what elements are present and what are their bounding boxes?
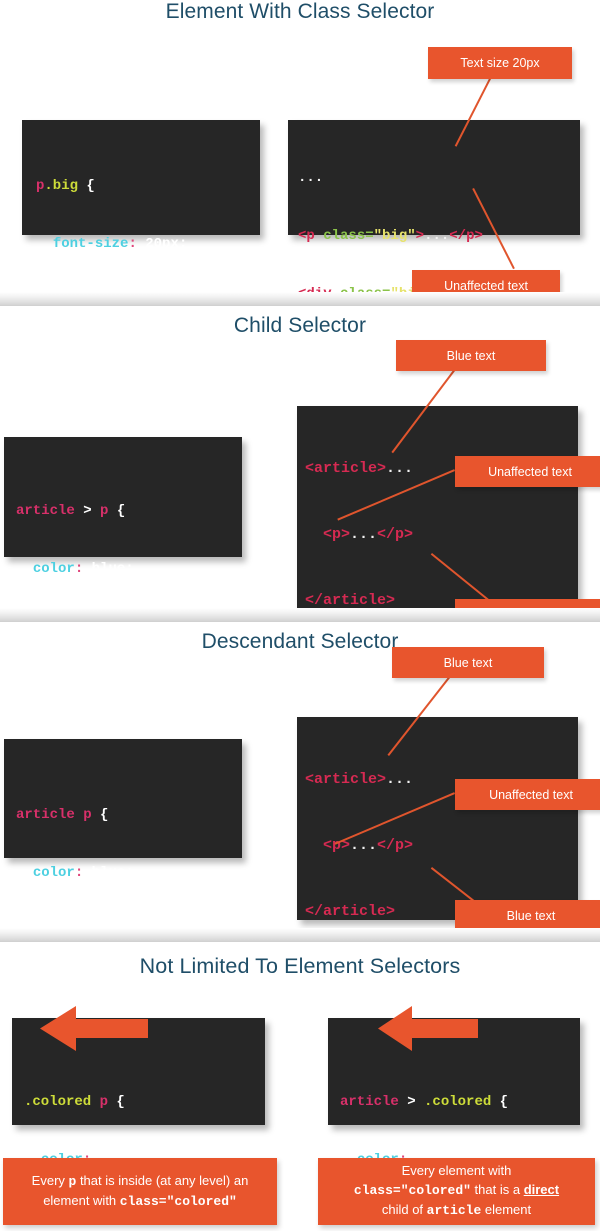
caption-code: class="colored" xyxy=(353,1183,471,1199)
caption-line-3: child of article element xyxy=(382,1201,531,1221)
callout-label: Unaffected text xyxy=(444,278,528,293)
caption-code: class="colored" xyxy=(119,1193,237,1209)
html-code-block-2: <article>... <p>...</p> </article> ... <… xyxy=(297,406,578,610)
caption-line-1: Every element with xyxy=(401,1163,512,1179)
slide-element-with-class-selector: Element With Class Selector p.big { font… xyxy=(0,0,600,305)
caption-child-explanation: Every element with class="colored" that … xyxy=(318,1158,595,1225)
callout-blue-text-3b: Blue text xyxy=(455,900,600,931)
callout-blue-text-3a: Blue text xyxy=(392,647,544,678)
slide-descendant-selector: Descendant Selector article p { color: b… xyxy=(0,622,600,940)
css-code-block-2: article > p { color: blue; } xyxy=(4,437,242,620)
slide-not-limited-to-element-selectors: Not Limited To Element Selectors .colore… xyxy=(0,942,600,1231)
caption-emphasis: direct xyxy=(523,1182,560,1198)
callout-label: Blue text xyxy=(506,908,556,923)
caption-descendant-explanation: Every p that is inside (at any level) an… xyxy=(3,1158,277,1225)
caption-code: article xyxy=(426,1202,482,1218)
slide-title-2: Child Selector xyxy=(233,314,367,337)
caption-text: element with xyxy=(43,1192,120,1208)
slide-divider-1 xyxy=(0,292,600,306)
css-code-block-1: p.big { font-size: 20px; } xyxy=(22,120,260,305)
slide-divider-3 xyxy=(0,928,600,942)
callout-blue-text-2: Blue text xyxy=(396,340,546,371)
caption-line-2: class="colored" that is a direct xyxy=(354,1181,559,1201)
caption-line-1: Every p that is inside (at any level) an xyxy=(32,1172,249,1192)
callout-label: Blue text xyxy=(443,655,493,670)
callout-label: Unaffected text xyxy=(489,787,573,802)
callout-label: Unaffected text xyxy=(488,464,572,479)
callout-text-size: Text size 20px xyxy=(428,47,572,79)
slide-title-4: Not Limited To Element Selectors xyxy=(139,954,461,978)
caption-text: that is a xyxy=(470,1182,524,1198)
left-arrow-icon xyxy=(40,1006,148,1051)
html-code-block-1: ... <p class="big">...</p> <div class="b… xyxy=(288,120,580,302)
callout-unaffected-2a: Unaffected text xyxy=(455,456,600,487)
caption-line-2: element with class="colored" xyxy=(43,1192,237,1212)
callout-label: Text size 20px xyxy=(460,56,540,70)
slide-divider-2 xyxy=(0,608,600,622)
caption-text: Every xyxy=(31,1172,69,1188)
callout-label: Blue text xyxy=(446,348,496,363)
caption-text: element xyxy=(481,1201,532,1217)
css-code-block-3: article p { color: blue; } xyxy=(4,739,242,939)
left-arrow-icon xyxy=(378,1006,478,1051)
slide-child-selector: Child Selector article > p { color: blue… xyxy=(0,306,600,620)
html-code-block-3: <article>... <p>...</p> </article> ... <… xyxy=(297,717,578,920)
caption-text: child of xyxy=(381,1201,427,1217)
callout-unaffected-3: Unaffected text xyxy=(455,779,600,810)
slide-title-1: Element With Class Selector xyxy=(165,0,435,23)
caption-text: that is inside (at any level) an xyxy=(76,1172,249,1188)
